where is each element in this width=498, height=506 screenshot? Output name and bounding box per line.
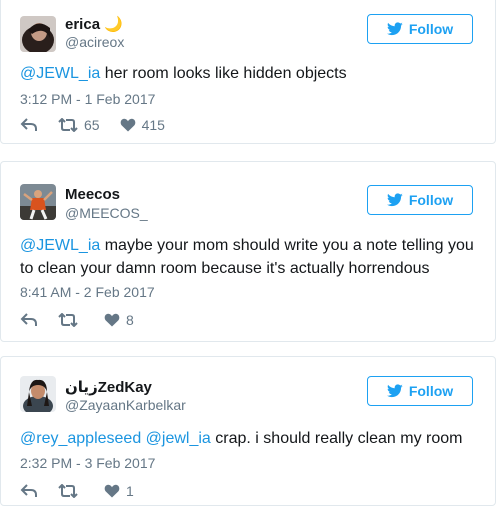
retweet-button[interactable]	[58, 313, 84, 327]
display-name[interactable]: erica 🌙	[65, 15, 123, 33]
tweet-body-line2: to clean your damn room because it's act…	[20, 260, 430, 277]
follow-button[interactable]: Follow	[367, 185, 473, 215]
user-handle[interactable]: @MEECOS_	[65, 205, 148, 221]
reply-button[interactable]	[20, 484, 38, 498]
user-handle[interactable]: @acireox	[65, 34, 124, 50]
twitter-bird-icon	[386, 22, 403, 36]
mention-link[interactable]: @rey_appleseed	[20, 430, 141, 447]
follow-button[interactable]: Follow	[367, 376, 473, 406]
display-name[interactable]: زيانZedKay	[65, 378, 152, 396]
avatar[interactable]	[20, 16, 56, 52]
timestamp[interactable]: 3:12 PM - 1 Feb 2017	[20, 91, 155, 107]
heart-icon	[104, 484, 120, 498]
retweet-icon	[58, 118, 78, 132]
follow-button[interactable]: Follow	[367, 14, 473, 44]
like-count: 415	[141, 117, 165, 133]
tweet-body: her room looks like hidden objects	[100, 65, 347, 82]
tweet-body-line1: maybe your mom should write you a note t…	[100, 237, 474, 254]
retweet-icon	[58, 484, 78, 498]
heart-icon	[120, 118, 135, 132]
avatar[interactable]	[20, 184, 56, 220]
retweet-count: 65	[84, 117, 100, 133]
tweet-text: @JEWL_ia maybe your mom should write you…	[20, 234, 475, 280]
follow-label: Follow	[408, 21, 454, 37]
like-button[interactable]: 415	[120, 117, 165, 133]
tweet-body: crap. i should really clean my room	[210, 430, 463, 447]
reply-button[interactable]	[20, 118, 38, 132]
retweet-icon	[58, 313, 78, 327]
follow-label: Follow	[408, 192, 454, 208]
display-name[interactable]: Meecos	[65, 186, 120, 203]
heart-icon	[104, 313, 120, 327]
reply-icon	[20, 313, 37, 326]
like-count: 8	[126, 312, 134, 328]
tweet-actions: 65 415	[20, 117, 185, 133]
retweet-button[interactable]	[58, 484, 84, 498]
like-button[interactable]: 1	[104, 483, 134, 499]
twitter-bird-icon	[386, 384, 403, 398]
tweet-card-3: زيانZedKay @ZayaanKarbelkar Follow @rey_…	[0, 356, 496, 506]
user-handle[interactable]: @ZayaanKarbelkar	[65, 397, 186, 413]
tweet-card-2: Meecos @MEECOS_ Follow @JEWL_ia maybe yo…	[0, 161, 496, 342]
tweet-card-1: erica 🌙 @acireox Follow @JEWL_ia her roo…	[0, 0, 496, 144]
avatar[interactable]	[20, 376, 56, 412]
reply-icon	[20, 118, 37, 131]
tweet-actions: 8	[20, 312, 154, 328]
reply-button[interactable]	[20, 313, 38, 327]
tweet-actions: 1	[20, 483, 154, 499]
follow-label: Follow	[408, 383, 454, 399]
reply-icon	[20, 484, 37, 497]
tweet-text: @rey_appleseed @jewl_ia crap. i should r…	[20, 427, 475, 450]
mention-link[interactable]: @JEWL_ia	[20, 237, 100, 254]
like-button[interactable]: 8	[104, 312, 134, 328]
mention-link[interactable]: @jewl_ia	[146, 430, 211, 447]
tweet-text: @JEWL_ia her room looks like hidden obje…	[20, 62, 475, 85]
timestamp[interactable]: 2:32 PM - 3 Feb 2017	[20, 455, 155, 471]
like-count: 1	[126, 483, 134, 499]
retweet-button[interactable]: 65	[58, 117, 100, 133]
mention-link[interactable]: @JEWL_ia	[20, 65, 100, 82]
timestamp[interactable]: 8:41 AM - 2 Feb 2017	[20, 284, 155, 300]
twitter-bird-icon	[386, 193, 403, 207]
